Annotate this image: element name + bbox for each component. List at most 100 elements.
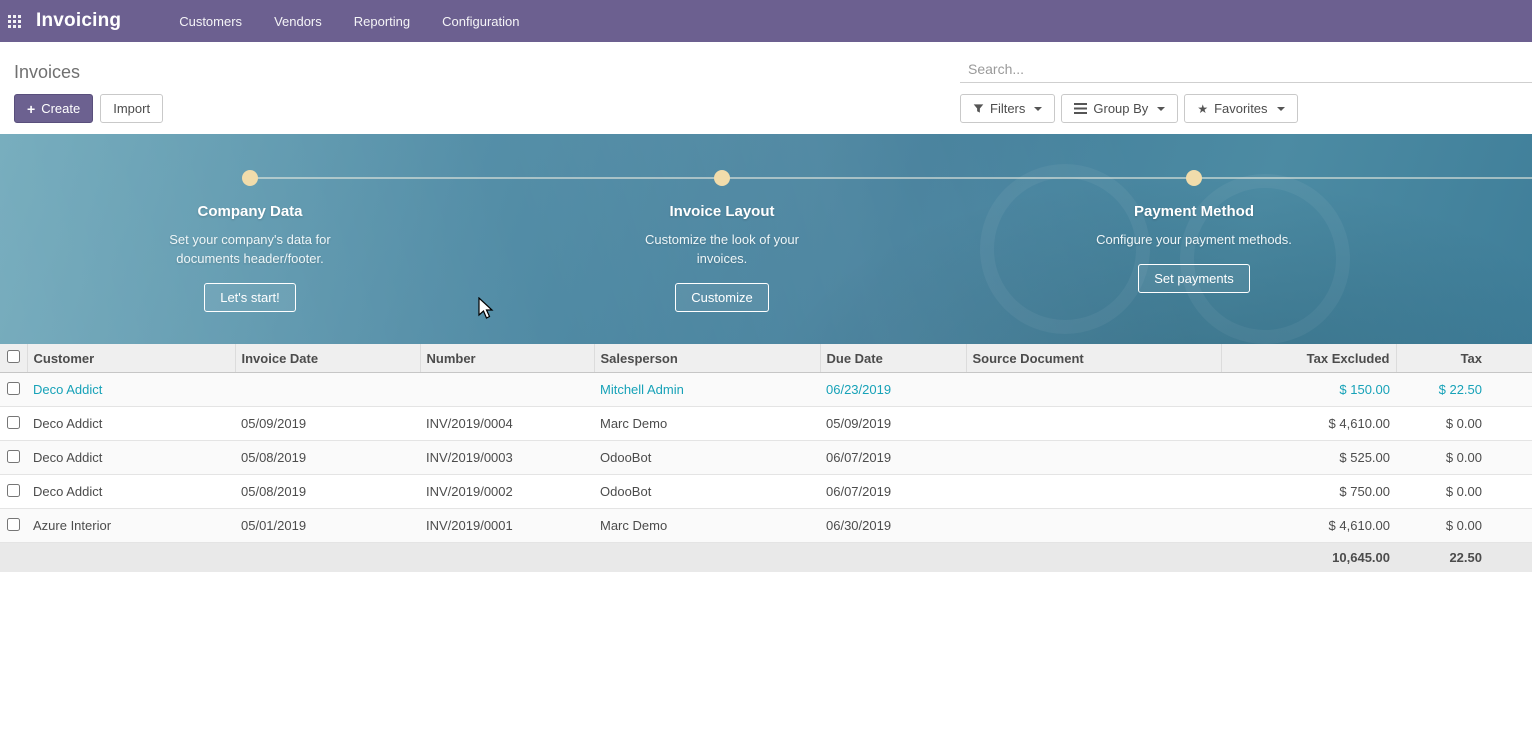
customize-button[interactable]: Customize (675, 283, 768, 312)
page-title: Invoices (14, 62, 960, 83)
step-description: Customize the look of your invoices. (622, 230, 822, 268)
favorites-button-label: Favorites (1214, 101, 1267, 116)
row-checkbox[interactable] (7, 450, 20, 463)
table-row[interactable]: Azure Interior 05/01/2019 INV/2019/0001 … (0, 509, 1532, 543)
step-dot-icon (242, 170, 258, 186)
column-header-tax-excluded[interactable]: Tax Excluded (1221, 344, 1396, 373)
chevron-down-icon (1277, 107, 1285, 111)
plus-icon: + (27, 102, 35, 116)
cell-tax: $ 0.00 (1396, 407, 1532, 441)
cell-due-date: 06/07/2019 (820, 441, 966, 475)
cell-customer: Deco Addict (27, 407, 235, 441)
cell-tax-excluded: $ 4,610.00 (1221, 407, 1396, 441)
cell-tax-excluded: $ 4,610.00 (1221, 509, 1396, 543)
import-button[interactable]: Import (100, 94, 163, 123)
cell-salesperson: Mitchell Admin (594, 373, 820, 407)
column-header-source-document[interactable]: Source Document (966, 344, 1221, 373)
row-checkbox-cell (0, 407, 27, 441)
control-panel: Invoices + Create Import Filters (0, 42, 1532, 134)
cell-due-date: 06/07/2019 (820, 475, 966, 509)
chevron-down-icon (1157, 107, 1165, 111)
chevron-down-icon (1034, 107, 1042, 111)
cell-tax: $ 0.00 (1396, 441, 1532, 475)
cell-number (420, 373, 594, 407)
column-header-tax[interactable]: Tax (1396, 344, 1532, 373)
step-dot-icon (714, 170, 730, 186)
apps-grid-icon[interactable] (8, 15, 21, 28)
menu-reporting[interactable]: Reporting (338, 2, 426, 41)
cell-customer: Deco Addict (27, 441, 235, 475)
cell-tax: $ 22.50 (1396, 373, 1532, 407)
table-row[interactable]: Deco Addict 05/08/2019 INV/2019/0003 Odo… (0, 441, 1532, 475)
column-header-customer[interactable]: Customer (27, 344, 235, 373)
group-by-button[interactable]: Group By (1061, 94, 1178, 123)
tax-excluded-total: 10,645.00 (1221, 543, 1396, 573)
cell-customer: Deco Addict (27, 373, 235, 407)
row-checkbox[interactable] (7, 382, 20, 395)
cell-number: INV/2019/0004 (420, 407, 594, 441)
app-title[interactable]: Invoicing (36, 10, 121, 32)
table-header-row: Customer Invoice Date Number Salesperson… (0, 344, 1532, 373)
cell-source-document (966, 407, 1221, 441)
row-checkbox-cell (0, 475, 27, 509)
filter-funnel-icon (973, 103, 984, 114)
row-checkbox[interactable] (7, 484, 20, 497)
create-button[interactable]: + Create (14, 94, 93, 123)
cell-invoice-date (235, 373, 420, 407)
row-checkbox-cell (0, 441, 27, 475)
cell-source-document (966, 475, 1221, 509)
cell-tax-excluded: $ 525.00 (1221, 441, 1396, 475)
onboarding-step-company-data: Company Data Set your company's data for… (14, 134, 486, 312)
cell-invoice-date: 05/09/2019 (235, 407, 420, 441)
filters-button-label: Filters (990, 101, 1025, 116)
cell-tax: $ 0.00 (1396, 475, 1532, 509)
cell-tax-excluded: $ 150.00 (1221, 373, 1396, 407)
column-header-invoice-date[interactable]: Invoice Date (235, 344, 420, 373)
cell-source-document (966, 373, 1221, 407)
row-checkbox[interactable] (7, 518, 20, 531)
row-checkbox[interactable] (7, 416, 20, 429)
menu-configuration[interactable]: Configuration (426, 2, 535, 41)
column-header-due-date[interactable]: Due Date (820, 344, 966, 373)
cell-invoice-date: 05/01/2019 (235, 509, 420, 543)
group-by-lines-icon (1074, 103, 1087, 114)
cell-due-date: 06/23/2019 (820, 373, 966, 407)
select-all-cell (0, 344, 27, 373)
cell-due-date: 05/09/2019 (820, 407, 966, 441)
onboarding-step-payment-method: Payment Method Configure your payment me… (958, 134, 1430, 312)
step-description: Configure your payment methods. (1094, 230, 1294, 249)
search-input[interactable] (960, 56, 1532, 83)
cell-number: INV/2019/0003 (420, 441, 594, 475)
column-header-number[interactable]: Number (420, 344, 594, 373)
row-checkbox-cell (0, 509, 27, 543)
favorites-button[interactable]: ★ Favorites (1184, 94, 1297, 123)
step-title: Invoice Layout (486, 203, 958, 220)
cell-salesperson: OdooBot (594, 441, 820, 475)
cell-invoice-date: 05/08/2019 (235, 441, 420, 475)
cell-tax-excluded: $ 750.00 (1221, 475, 1396, 509)
table-row[interactable]: Deco Addict Mitchell Admin 06/23/2019 $ … (0, 373, 1532, 407)
cell-customer: Deco Addict (27, 475, 235, 509)
tax-total: 22.50 (1396, 543, 1532, 573)
onboarding-banner: Company Data Set your company's data for… (0, 134, 1532, 344)
invoice-table-body: Deco Addict Mitchell Admin 06/23/2019 $ … (0, 373, 1532, 543)
top-navbar: Invoicing Customers Vendors Reporting Co… (0, 0, 1532, 42)
column-header-salesperson[interactable]: Salesperson (594, 344, 820, 373)
select-all-checkbox[interactable] (7, 350, 20, 363)
create-button-label: Create (41, 101, 80, 116)
cell-customer: Azure Interior (27, 509, 235, 543)
step-dot-icon (1186, 170, 1202, 186)
cell-source-document (966, 441, 1221, 475)
table-row[interactable]: Deco Addict 05/08/2019 INV/2019/0002 Odo… (0, 475, 1532, 509)
cell-due-date: 06/30/2019 (820, 509, 966, 543)
menu-vendors[interactable]: Vendors (258, 2, 338, 41)
menu-customers[interactable]: Customers (163, 2, 258, 41)
table-row[interactable]: Deco Addict 05/09/2019 INV/2019/0004 Mar… (0, 407, 1532, 441)
lets-start-button[interactable]: Let's start! (204, 283, 296, 312)
step-title: Company Data (14, 203, 486, 220)
table-footer-row: 10,645.00 22.50 (0, 543, 1532, 573)
set-payments-button[interactable]: Set payments (1138, 264, 1250, 293)
cell-salesperson: Marc Demo (594, 407, 820, 441)
invoicing-app-page: Invoicing Customers Vendors Reporting Co… (0, 0, 1532, 753)
filters-button[interactable]: Filters (960, 94, 1055, 123)
